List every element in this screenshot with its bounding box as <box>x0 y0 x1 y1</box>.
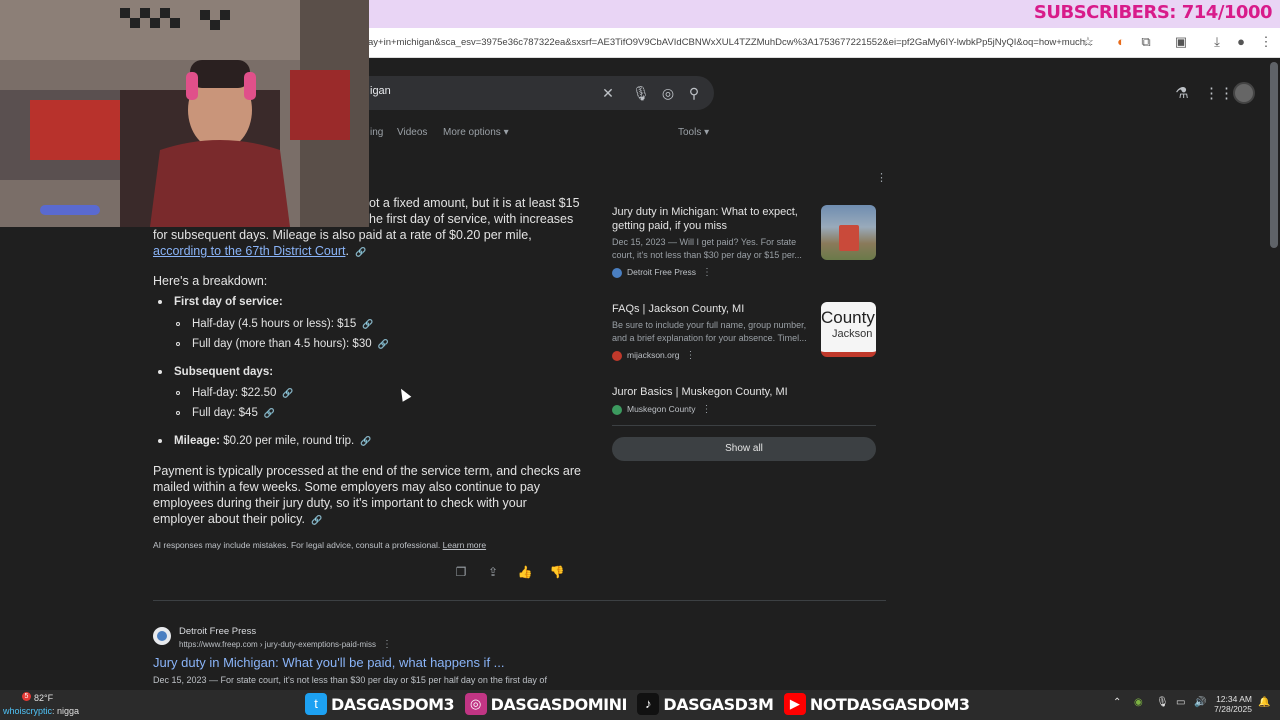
divider <box>612 425 876 426</box>
cast-icon[interactable]: ▣ <box>1173 34 1189 50</box>
source-thumbnail[interactable]: County Jackson <box>821 302 876 357</box>
chat-username: whoiscryptic <box>3 706 53 716</box>
network-icon[interactable]: ▭ <box>1176 697 1185 708</box>
more-options-icon[interactable]: ⋮ <box>685 350 695 361</box>
notifications-bell-icon[interactable]: 🔔 <box>1258 697 1270 708</box>
tray-chevron-icon[interactable]: ⌃ <box>1113 697 1121 708</box>
download-icon[interactable]: ⤓ <box>1209 34 1225 50</box>
menu-kebab-icon[interactable]: ⋮ <box>1258 34 1274 50</box>
learn-more-link[interactable]: Learn more <box>443 540 486 550</box>
tab-tools[interactable]: Tools ▾ <box>678 127 709 138</box>
ai-intro-line: for subsequent days. Mileage is also pai… <box>153 228 532 242</box>
tab-more-options[interactable]: More options ▾ <box>443 127 509 138</box>
ai-intro-line: ot a fixed amount, but it is at least $1… <box>369 196 580 210</box>
payment-line: employer about their policy. 🔗 <box>153 512 323 526</box>
ai-intro-line: he first day of service, with increases <box>369 212 574 226</box>
ai-disclaimer: AI responses may include mistakes. For l… <box>153 540 487 550</box>
list-item: Full day (more than 4.5 hours): $30 🔗 <box>176 338 389 350</box>
source-thumbnail[interactable] <box>821 205 876 260</box>
social-handle: DASGASDOMINI <box>490 694 628 714</box>
youtube-icon: ▶ <box>783 693 806 715</box>
chat-message: whoiscryptic: nigga <box>3 706 80 716</box>
favicon-icon <box>612 404 622 415</box>
list-item: Subsequent days: <box>158 366 273 378</box>
page-scrollbar[interactable] <box>1270 62 1278 248</box>
thumbs-down-icon[interactable]: 👎 <box>549 564 565 580</box>
clock[interactable]: 12:34 AM 7/28/2025 <box>1212 694 1252 714</box>
link-chain-icon[interactable]: 🔗 <box>362 319 373 329</box>
social-handle: DASGASD3M <box>663 694 774 714</box>
link-chain-icon[interactable]: 🔗 <box>282 388 293 398</box>
webcam-overlay <box>0 0 369 227</box>
social-handles-bar: t DASGASDOM3 ◎ DASGASDOMINI ♪ DASGASD3M ▶ NO… <box>305 693 976 719</box>
search-input[interactable]: igan <box>370 85 391 97</box>
subscriber-counter: SUBSCRIBERS: 714/1000 <box>1033 2 1273 23</box>
microphone-icon[interactable]: 🎙 <box>632 84 650 102</box>
list-item: Mileage: $0.20 per mile, round trip. 🔗 <box>158 435 371 447</box>
more-options-icon[interactable]: ⋮ <box>382 639 392 650</box>
twitter-icon: t <box>305 693 327 715</box>
source-card[interactable]: Juror Basics | Muskegon County, MI Muske… <box>612 385 872 415</box>
payment-line: mailed within a few weeks. Some employer… <box>153 480 540 494</box>
site-favicon-icon <box>153 627 171 645</box>
list-item: Full day: $45 🔗 <box>176 407 275 419</box>
labs-flask-icon[interactable]: ⚗ <box>1172 84 1192 104</box>
search-icon[interactable]: ⚲ <box>685 84 703 102</box>
account-avatar[interactable] <box>1233 82 1255 104</box>
chevron-down-icon: ▾ <box>503 127 509 138</box>
chevron-down-icon: ▾ <box>704 127 710 138</box>
link-chain-icon[interactable]: 🔗 <box>355 247 366 257</box>
ai-overview-menu-icon[interactable]: ⋮ <box>876 171 887 184</box>
extensions-puzzle-icon[interactable]: ⧉ <box>1138 34 1154 50</box>
list-item: Half-day: $22.50 🔗 <box>176 387 294 399</box>
lens-camera-icon[interactable]: ◎ <box>659 84 677 102</box>
payment-line: employees during their jury duty, so it'… <box>153 496 527 510</box>
link-chain-icon[interactable]: 🔗 <box>311 515 322 525</box>
citation-link[interactable]: according to the 67th District Court <box>153 244 345 258</box>
tab-partial[interactable]: ing <box>370 127 383 138</box>
result-title-link[interactable]: Jury duty in Michigan: What you'll be pa… <box>153 655 505 670</box>
divider <box>153 600 886 601</box>
list-item: Half-day (4.5 hours or less): $15 🔗 <box>176 318 374 330</box>
favicon-icon <box>612 350 622 361</box>
source-card[interactable]: FAQs | Jackson County, MI Be sure to inc… <box>612 302 812 361</box>
weather-temp[interactable]: 82°F <box>34 693 53 703</box>
result-snippet: Dec 15, 2023 — For state court, it's not… <box>153 675 547 685</box>
apps-grid-icon[interactable]: ⋮⋮ <box>1204 84 1234 104</box>
tray-mic-icon[interactable]: 🎙 <box>1156 697 1169 708</box>
profile-icon[interactable]: ● <box>1233 34 1249 50</box>
source-card[interactable]: Jury duty in Michigan: What to expect, g… <box>612 205 812 278</box>
share-icon[interactable]: ⇪ <box>485 564 501 580</box>
tab-videos[interactable]: Videos <box>397 127 427 138</box>
address-bar[interactable]: ay+in+michigan&sca_esv=3975e36c787322ea&… <box>360 32 1105 54</box>
result-url: https://www.freep.com › jury-duty-exempt… <box>179 639 392 650</box>
extension-icon[interactable]: ◐ <box>1113 34 1129 50</box>
bookmark-star-icon[interactable]: ☆ <box>1080 34 1096 50</box>
link-chain-icon[interactable]: 🔗 <box>378 339 389 349</box>
instagram-icon: ◎ <box>464 693 487 715</box>
more-options-icon[interactable]: ⋮ <box>702 267 712 278</box>
ai-intro-citation: according to the 67th District Court. 🔗 <box>153 244 367 258</box>
notification-badge: 5 <box>22 692 31 701</box>
volume-icon[interactable]: 🔊 <box>1194 697 1206 708</box>
result-site-name: Detroit Free Press <box>179 626 257 637</box>
show-all-button[interactable]: Show all <box>612 437 876 461</box>
clear-search-icon[interactable]: ✕ <box>599 84 617 102</box>
social-handle: NOTDASGASDOM3 <box>809 694 970 714</box>
list-item: First day of service: <box>158 296 283 308</box>
social-handle: DASGASDOM3 <box>331 694 455 714</box>
tiktok-icon: ♪ <box>637 693 660 715</box>
more-options-icon[interactable]: ⋮ <box>702 404 712 415</box>
thumbs-up-icon[interactable]: 👍 <box>517 564 533 580</box>
copy-icon[interactable]: ❐ <box>453 564 469 580</box>
favicon-icon <box>612 267 622 278</box>
link-chain-icon[interactable]: 🔗 <box>360 436 371 446</box>
tray-app-icon[interactable]: ◉ <box>1134 697 1143 708</box>
link-chain-icon[interactable]: 🔗 <box>264 408 275 418</box>
breakdown-heading: Here's a breakdown: <box>153 274 268 288</box>
payment-line: Payment is typically processed at the en… <box>153 464 581 478</box>
